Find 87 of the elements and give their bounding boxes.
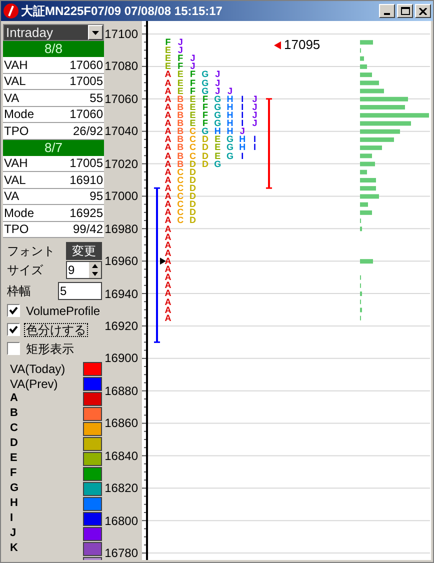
window-title: 大証MN225F07/09 07/08/08 15:15:17: [21, 3, 222, 20]
close-button[interactable]: [415, 4, 431, 18]
tpo-letter-column: JJFFEEEBBBBBBBBBCCCCCCC: [175, 38, 186, 225]
price-label: 16960: [104, 255, 138, 268]
minimize-icon: [384, 13, 390, 15]
spin-down-icon[interactable]: [89, 270, 101, 278]
price-label: 16900: [104, 352, 138, 364]
checkbox[interactable]: [7, 342, 20, 355]
stat-value: 26/92: [72, 124, 103, 137]
stat-label: VAH: [4, 157, 28, 170]
stat-value: 17060: [70, 108, 103, 120]
price-marker-icon: [160, 258, 166, 265]
price-label: 17080: [104, 60, 138, 72]
stat-label: TPO: [4, 223, 29, 236]
legend-label: D: [10, 438, 18, 449]
frame-width-field[interactable]: 5: [58, 282, 102, 300]
tpo-letter-column: JHHHHHGGG: [225, 38, 235, 160]
price-label: 16860: [104, 417, 138, 430]
stat-label: VA: [4, 92, 20, 104]
price-label: 16940: [104, 288, 138, 300]
legend-label: VA(Today): [10, 362, 66, 374]
stat-value: 95: [90, 190, 103, 202]
price-label: 16920: [104, 320, 138, 332]
price-label: 16980: [104, 222, 138, 235]
stat-value: 16910: [70, 174, 103, 186]
stat-label: VAL: [4, 174, 26, 186]
stat-value: 16925: [70, 206, 103, 219]
tpo-letter-column: IIIIJHHI: [237, 38, 248, 160]
close-icon: [419, 8, 427, 14]
price-label: 16820: [104, 482, 138, 494]
maximize-button[interactable]: [397, 4, 413, 18]
mode-dropdown[interactable]: Intraday: [3, 24, 104, 41]
legend-label: E: [10, 453, 18, 464]
stat-label: VA: [4, 190, 20, 202]
tpo-letter-column: JJJGGGGHEEEG: [212, 38, 223, 168]
stat-value: 17060: [70, 58, 103, 71]
stat-label: VAH: [4, 58, 28, 71]
legend-label: VA(Prev): [10, 378, 58, 390]
legend-label: K: [10, 543, 18, 554]
legend-label: B: [10, 408, 18, 419]
checkbox[interactable]: [7, 304, 20, 317]
last-price-marker-icon: [274, 41, 281, 50]
price-label: 16880: [104, 384, 138, 397]
stat-value: 99/42: [72, 223, 103, 236]
legend-label: G: [10, 483, 19, 494]
stat-value: 17005: [70, 157, 103, 170]
size-label: サイズ: [7, 262, 43, 279]
app-logo-icon: [3, 3, 19, 19]
legend-label: H: [10, 498, 18, 509]
checkbox-label: 矩形表示: [25, 342, 75, 356]
tpo-letter-column: JJFFFEEEECCCCDDDDDDDD: [188, 38, 198, 225]
price-label: 17040: [104, 125, 138, 138]
spin-up-icon[interactable]: [89, 262, 101, 270]
price-label: 16840: [104, 450, 138, 462]
price-label: 17060: [104, 92, 138, 105]
change-font-button[interactable]: 変更: [66, 242, 102, 260]
stat-value: 55: [90, 92, 103, 104]
frame-width-label: 枠幅: [7, 283, 31, 300]
size-spin-field[interactable]: 9: [66, 261, 102, 279]
stat-label: TPO: [4, 124, 29, 137]
checkbox-label: VolumeProfile: [25, 304, 102, 318]
legend-label: I: [10, 513, 14, 524]
stat-label: Mode: [4, 108, 34, 120]
price-label: 16780: [104, 547, 138, 560]
tpo-letter-column: GGGFFFFGDDDD: [200, 38, 210, 168]
price-label: 17020: [104, 158, 138, 170]
price-label: 17100: [104, 28, 138, 40]
last-price-label: 17095: [284, 38, 320, 52]
legend-label: C: [10, 423, 18, 434]
dropdown-arrow-icon: [92, 30, 99, 34]
checkbox[interactable]: [7, 323, 20, 336]
stat-value: 17005: [70, 75, 103, 88]
legend-label: J: [10, 528, 16, 539]
tpo-letter-column: JJJJ II: [250, 38, 260, 152]
legend-label: A: [10, 393, 18, 404]
price-label: 17000: [104, 190, 138, 202]
tpo-letter-column: FEEEAAAAAAAAAAAAAAAAAAAAAAAAAAAAAAA: [163, 38, 173, 322]
minimize-button[interactable]: [379, 4, 395, 18]
session-date-header: 8/7: [3, 140, 104, 156]
session-date-header: 8/8: [3, 41, 104, 57]
legend-label: F: [10, 468, 17, 479]
stat-label: Mode: [4, 206, 34, 219]
checkbox-label: 色分けする: [24, 322, 88, 336]
maximize-icon: [400, 7, 410, 15]
price-label: 16800: [104, 514, 138, 527]
stat-label: VAL: [4, 75, 26, 88]
font-label: フォント: [7, 242, 55, 260]
